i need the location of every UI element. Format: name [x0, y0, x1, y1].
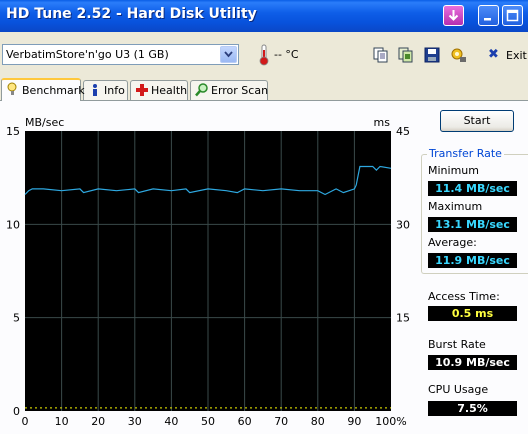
exit-label: Exit: [506, 49, 527, 62]
x-tick-label: 70: [274, 415, 288, 428]
access-time-value: 0.5 ms: [428, 306, 517, 321]
tab-health[interactable]: Health: [130, 80, 188, 100]
x-tick-label: 40: [164, 415, 178, 428]
health-cross-icon: [136, 84, 148, 96]
download-icon[interactable]: [443, 5, 464, 26]
drive-select-value: VerbatimStore'n'go U3 (1 GB): [6, 48, 169, 61]
title-bar[interactable]: HD Tune 2.52 - Hard Disk Utility: [0, 0, 528, 32]
minimum-value: 11.4 MB/sec: [428, 181, 517, 196]
window-title: HD Tune 2.52 - Hard Disk Utility: [6, 6, 257, 22]
tab-info[interactable]: Info: [83, 80, 128, 100]
close-icon: ✖: [488, 47, 499, 62]
burst-rate-label: Burst Rate: [428, 338, 486, 351]
copy-info-icon[interactable]: [372, 46, 390, 64]
maximize-icon[interactable]: [502, 5, 523, 26]
x-tick-label: 80: [311, 415, 325, 428]
y-left-tick-label: 15: [6, 125, 20, 138]
transfer-rate-title: Transfer Rate: [427, 147, 504, 160]
burst-rate-value: 10.9 MB/sec: [428, 355, 517, 370]
tab-benchmark[interactable]: Benchmark: [1, 78, 85, 101]
start-button[interactable]: Start: [440, 110, 514, 132]
chevron-down-icon[interactable]: [220, 46, 237, 63]
tab-benchmark-label: Benchmark: [22, 84, 85, 97]
save-icon[interactable]: [423, 46, 441, 64]
cpu-usage-label: CPU Usage: [428, 383, 489, 396]
x-tick-label: 100%: [375, 415, 406, 428]
toolbar: VerbatimStore'n'go U3 (1 GB) -- °C ✖ Exi…: [0, 32, 528, 78]
thermometer-icon: [259, 44, 269, 66]
tab-error-scan[interactable]: Error Scan: [190, 80, 268, 100]
x-tick-label: 20: [91, 415, 105, 428]
copy-screenshot-icon[interactable]: [397, 46, 415, 64]
temperature-readout: -- °C: [274, 48, 299, 61]
info-icon: [93, 84, 97, 96]
y-right-tick-label: 45: [396, 125, 410, 138]
maximum-value: 13.1 MB/sec: [428, 217, 517, 232]
x-tick-label: 60: [238, 415, 252, 428]
maximum-label: Maximum: [428, 200, 483, 213]
average-label: Average:: [428, 236, 477, 249]
y-right-tick-label: 30: [396, 218, 410, 231]
tab-health-label: Health: [151, 84, 188, 97]
y-left-unit-label: MB/sec: [25, 116, 64, 129]
benchmark-chart: 0 10 20 30 40 50 60 70 80 90 100%151050453015 MB/s…: [6, 116, 410, 428]
x-tick-label: 10: [55, 415, 69, 428]
access-time-label: Access Time:: [428, 290, 500, 303]
x-tick-label: 90: [347, 415, 361, 428]
tab-info-label: Info: [104, 84, 125, 97]
y-left-tick-label: 10: [6, 218, 20, 231]
y-left-tick-label: 5: [13, 312, 20, 325]
x-tick-label: 0: [22, 415, 29, 428]
x-tick-label: 50: [201, 415, 215, 428]
tab-bar: Benchmark Info Health Error Scan: [0, 78, 528, 101]
minimize-icon[interactable]: [478, 5, 499, 26]
y-right-tick-label: 15: [396, 312, 410, 325]
options-icon[interactable]: [450, 46, 468, 64]
minimum-label: Minimum: [428, 164, 479, 177]
drive-select[interactable]: VerbatimStore'n'go U3 (1 GB): [2, 44, 239, 65]
exit-button[interactable]: ✖ Exit: [488, 47, 527, 63]
tab-error-scan-label: Error Scan: [211, 84, 269, 97]
average-value: 11.9 MB/sec: [428, 253, 517, 268]
benchmark-icon: [7, 82, 17, 95]
y-right-unit-label: ms: [374, 116, 391, 129]
y-left-tick-label: 0: [13, 405, 20, 418]
magnifier-icon: [195, 83, 208, 97]
cpu-usage-value: 7.5%: [428, 401, 517, 416]
x-tick-label: 30: [128, 415, 142, 428]
